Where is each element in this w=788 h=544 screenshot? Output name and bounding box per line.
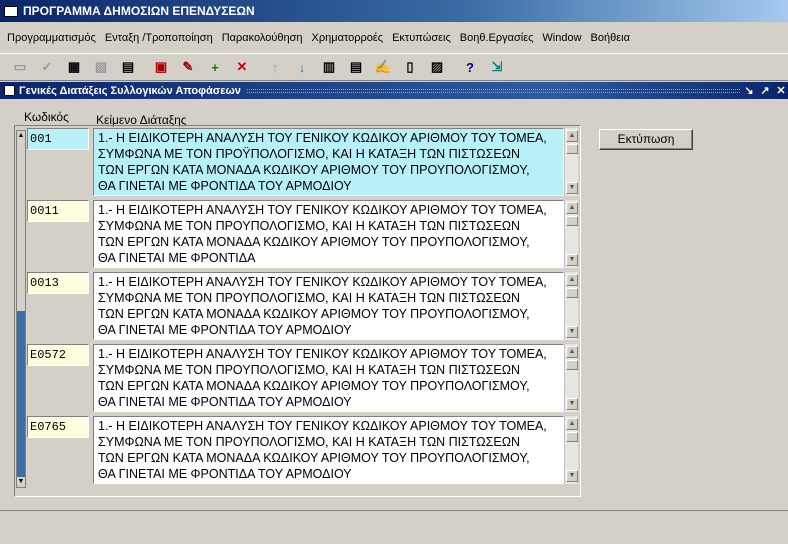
- text-field[interactable]: 1.- Η ΕΙΔΙΚΟΤΕΡΗ ΑΝΑΛΥΣΗ ΤΟΥ ΓΕΝΙΚΟΥ ΚΩΔ…: [93, 128, 564, 196]
- scroll-down-icon[interactable]: ▼: [566, 398, 578, 410]
- scroll-up-icon[interactable]: ▲: [566, 418, 578, 430]
- text-scrollbar[interactable]: ▲ ▼: [564, 200, 578, 268]
- text-field[interactable]: 1.- Η ΕΙΔΙΚΟΤΕΡΗ ΑΝΑΛΥΣΗ ΤΟΥ ΓΕΝΙΚΟΥ ΚΩΔ…: [93, 344, 564, 412]
- scroll-up-icon[interactable]: ▲: [566, 202, 578, 214]
- paste-icon[interactable]: ▨: [425, 56, 449, 78]
- print-icon[interactable]: ▥: [317, 56, 341, 78]
- print-button[interactable]: Εκτύπωση: [599, 129, 693, 150]
- scroll-thumb[interactable]: [566, 288, 578, 298]
- scroll-up-icon[interactable]: ▲: [17, 131, 25, 141]
- code-field[interactable]: 0011: [27, 200, 89, 222]
- title-bar-dots: [246, 88, 740, 93]
- exit-icon[interactable]: ⇲: [485, 56, 509, 78]
- form-icon: [4, 85, 15, 96]
- menu-programmatismos[interactable]: Προγραμματισμός: [6, 31, 97, 45]
- scroll-up-icon[interactable]: ▲: [566, 130, 578, 142]
- subwindow-title-bar: Γενικές Διατάξεις Συλλογικών Αποφάσεων ↘…: [0, 82, 788, 99]
- menu-bar: Προγραμματισμός Ενταξη /Τροποποίηση Παρα…: [0, 28, 788, 48]
- list-icon[interactable]: ▤: [344, 56, 368, 78]
- add-record-icon[interactable]: +: [203, 56, 227, 78]
- text-scrollbar[interactable]: ▲ ▼: [564, 128, 578, 196]
- menu-voitheia[interactable]: Βοήθεια: [590, 31, 631, 45]
- record-row: E0765 1.- Η ΕΙΔΙΚΟΤΕΡΗ ΑΝΑΛΥΣΗ ΤΟΥ ΓΕΝΙΚ…: [27, 416, 580, 484]
- scroll-thumb[interactable]: [566, 144, 578, 154]
- record-row: 0013 1.- Η ΕΙΔΙΚΟΤΕΡΗ ΑΝΑΛΥΣΗ ΤΟΥ ΓΕΝΙΚΟ…: [27, 272, 580, 340]
- code-field[interactable]: 001: [27, 128, 89, 150]
- app-title-bar: ΠΡΟΓΡΑΜΜΑ ΔΗΜΟΣΙΩΝ ΕΠΕΝΔΥΣΕΩΝ: [0, 0, 788, 22]
- notes-icon[interactable]: ✍: [371, 56, 395, 78]
- save-icon[interactable]: ▭: [8, 56, 32, 78]
- menu-parakolouthisi[interactable]: Παρακολούθηση: [221, 31, 304, 45]
- scroll-down-icon[interactable]: ▼: [566, 182, 578, 194]
- menu-window[interactable]: Window: [541, 31, 582, 45]
- subwindow-title: Γενικές Διατάξεις Συλλογικών Αποφάσεων: [19, 84, 241, 97]
- scroll-down-icon[interactable]: ▼: [566, 470, 578, 482]
- text-field[interactable]: 1.- Η ΕΙΔΙΚΟΤΕΡΗ ΑΝΑΛΥΣΗ ΤΟΥ ΓΕΝΙΚΟΥ ΚΩΔ…: [93, 272, 564, 340]
- records-scrollbar[interactable]: ▲ ▼: [16, 130, 26, 488]
- minimize-icon[interactable]: ↘: [742, 84, 756, 98]
- copy-icon[interactable]: ▯: [398, 56, 422, 78]
- check-icon[interactable]: ✓: [35, 56, 59, 78]
- code-field[interactable]: 0013: [27, 272, 89, 294]
- maximize-icon[interactable]: ↗: [758, 84, 772, 98]
- insert-form-icon[interactable]: ▣: [149, 56, 173, 78]
- clear-query-icon[interactable]: ▧: [89, 56, 113, 78]
- menu-ektyposeis[interactable]: Εκτυπώσεις: [391, 31, 452, 45]
- edit-icon[interactable]: ✎: [176, 56, 200, 78]
- text-scrollbar[interactable]: ▲ ▼: [564, 344, 578, 412]
- records-icon[interactable]: ▤: [116, 56, 140, 78]
- toolbar: ▭ ✓ ▦ ▧ ▤ ▣ ✎ + ✕ ↑ ↓ ▥ ▤ ✍ ▯ ▨ ? ⇲: [0, 53, 788, 81]
- scroll-up-icon[interactable]: ▲: [566, 346, 578, 358]
- query-icon[interactable]: ▦: [62, 56, 86, 78]
- menu-entaxi[interactable]: Ενταξη /Τροποποίηση: [104, 31, 214, 45]
- code-field[interactable]: E0765: [27, 416, 89, 438]
- scroll-thumb[interactable]: [17, 311, 25, 477]
- scroll-thumb[interactable]: [566, 432, 578, 442]
- scroll-thumb[interactable]: [566, 360, 578, 370]
- app-title: ΠΡΟΓΡΑΜΜΑ ΔΗΜΟΣΙΩΝ ΕΠΕΝΔΥΣΕΩΝ: [23, 4, 255, 18]
- arrow-down-icon[interactable]: ↓: [290, 56, 314, 78]
- menu-voith-ergasies[interactable]: Βοηθ.Εργασίες: [459, 31, 535, 45]
- menu-chrimatorroes[interactable]: Χρηματορροές: [311, 31, 385, 45]
- scroll-down-icon[interactable]: ▼: [566, 254, 578, 266]
- code-column-label: Κωδικός: [24, 110, 69, 124]
- arrow-up-icon[interactable]: ↑: [263, 56, 287, 78]
- scroll-thumb[interactable]: [566, 216, 578, 226]
- text-scrollbar[interactable]: ▲ ▼: [564, 416, 578, 484]
- delete-record-icon[interactable]: ✕: [230, 56, 254, 78]
- help-icon[interactable]: ?: [458, 56, 482, 78]
- close-icon[interactable]: ✕: [774, 84, 788, 98]
- record-row: 001 1.- Η ΕΙΔΙΚΟΤΕΡΗ ΑΝΑΛΥΣΗ ΤΟΥ ΓΕΝΙΚΟΥ…: [27, 128, 580, 196]
- text-field[interactable]: 1.- Η ΕΙΔΙΚΟΤΕΡΗ ΑΝΑΛΥΣΗ ΤΟΥ ΓΕΝΙΚΟΥ ΚΩΔ…: [93, 200, 564, 268]
- text-field[interactable]: 1.- Η ΕΙΔΙΚΟΤΕΡΗ ΑΝΑΛΥΣΗ ΤΟΥ ΓΕΝΙΚΟΥ ΚΩΔ…: [93, 416, 564, 484]
- scroll-down-icon[interactable]: ▼: [566, 326, 578, 338]
- text-scrollbar[interactable]: ▲ ▼: [564, 272, 578, 340]
- record-row: E0572 1.- Η ΕΙΔΙΚΟΤΕΡΗ ΑΝΑΛΥΣΗ ΤΟΥ ΓΕΝΙΚ…: [27, 344, 580, 412]
- scroll-down-icon[interactable]: ▼: [17, 477, 25, 487]
- status-divider: [0, 510, 788, 511]
- code-field[interactable]: E0572: [27, 344, 89, 366]
- scroll-up-icon[interactable]: ▲: [566, 274, 578, 286]
- record-row: 0011 1.- Η ΕΙΔΙΚΟΤΕΡΗ ΑΝΑΛΥΣΗ ΤΟΥ ΓΕΝΙΚΟ…: [27, 200, 580, 268]
- window-icon: [4, 5, 18, 17]
